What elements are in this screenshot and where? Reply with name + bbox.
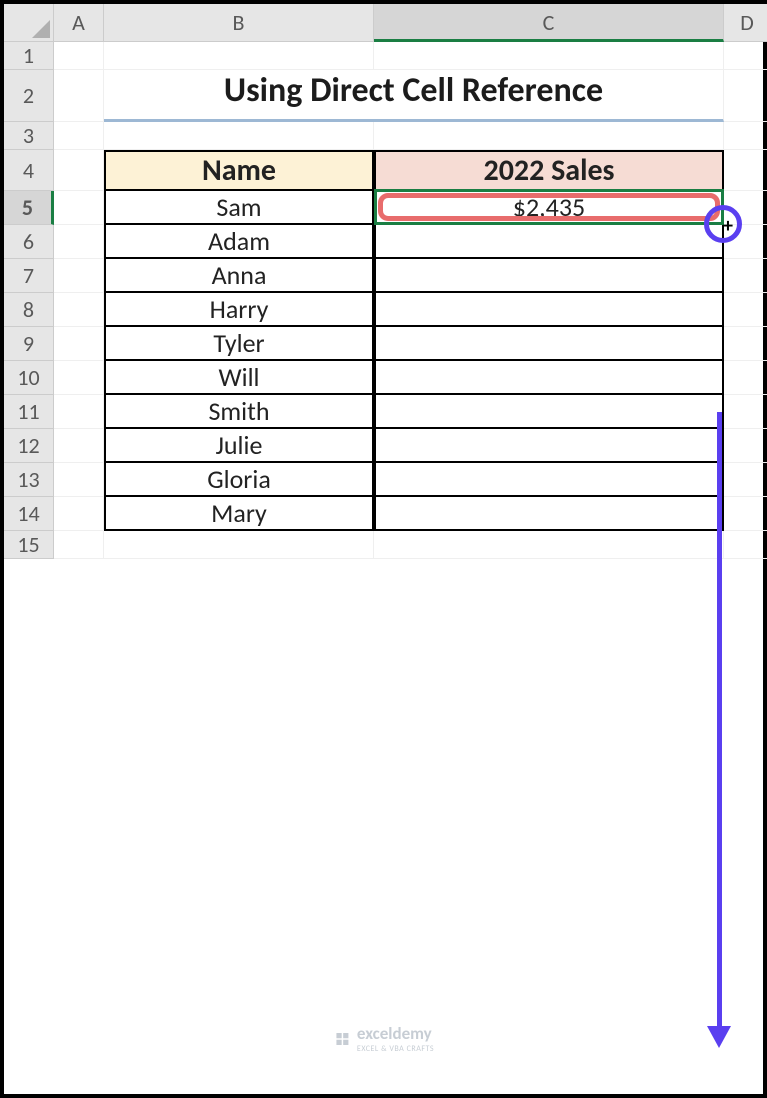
title-cell[interactable]: Using Direct Cell Reference — [104, 70, 724, 122]
cell-d12[interactable] — [724, 429, 767, 463]
row-header-10[interactable]: 10 — [4, 361, 54, 395]
row-header-8[interactable]: 8 — [4, 293, 54, 327]
cell-a11[interactable] — [54, 395, 104, 429]
cell-name-13[interactable]: Gloria — [104, 463, 374, 497]
cell-a2[interactable] — [54, 70, 104, 122]
cell-a6[interactable] — [54, 225, 104, 259]
cell-sales-11[interactable] — [374, 395, 724, 429]
table-header-name[interactable]: Name — [104, 150, 374, 191]
row-header-12[interactable]: 12 — [4, 429, 54, 463]
cell-a12[interactable] — [54, 429, 104, 463]
cell-d10[interactable] — [724, 361, 767, 395]
cell-b15[interactable] — [104, 531, 374, 559]
cell-sales-14[interactable] — [374, 497, 724, 531]
cell-a3[interactable] — [54, 122, 104, 150]
cell-b1[interactable] — [104, 42, 374, 70]
cell-a1[interactable] — [54, 42, 104, 70]
cell-name-8[interactable]: Harry — [104, 293, 374, 327]
cell-a10[interactable] — [54, 361, 104, 395]
cell-name-12[interactable]: Julie — [104, 429, 374, 463]
cell-b3[interactable] — [104, 122, 374, 150]
cell-d8[interactable] — [724, 293, 767, 327]
row-header-2[interactable]: 2 — [4, 70, 54, 122]
cell-d14[interactable] — [724, 497, 767, 531]
watermark: exceldemy EXCEL & VBA CRAFTS — [333, 1023, 434, 1054]
row-header-13[interactable]: 13 — [4, 463, 54, 497]
cell-sales-9[interactable] — [374, 327, 724, 361]
table-header-sales[interactable]: 2022 Sales — [374, 150, 724, 191]
watermark-brand: exceldemy — [357, 1023, 432, 1044]
cell-d9[interactable] — [724, 327, 767, 361]
row-header-3[interactable]: 3 — [4, 122, 54, 150]
cell-name-7[interactable]: Anna — [104, 259, 374, 293]
cell-d4[interactable] — [724, 150, 767, 191]
cell-c15[interactable] — [374, 531, 724, 559]
sales-value-5: $2,435 — [513, 191, 585, 223]
cell-sales-5[interactable]: $2,435 + — [374, 191, 724, 225]
cell-name-11[interactable]: Smith — [104, 395, 374, 429]
cell-d7[interactable] — [724, 259, 767, 293]
row-header-6[interactable]: 6 — [4, 225, 54, 259]
cell-sales-8[interactable] — [374, 293, 724, 327]
drag-arrow-line — [717, 412, 722, 1032]
cell-d11[interactable] — [724, 395, 767, 429]
cell-sales-7[interactable] — [374, 259, 724, 293]
col-header-a[interactable]: A — [54, 4, 104, 42]
row-header-1[interactable]: 1 — [4, 42, 54, 70]
drag-arrow-head-icon — [707, 1026, 731, 1048]
col-header-c[interactable]: C — [374, 4, 724, 42]
fill-handle-icon[interactable]: + — [723, 216, 733, 236]
select-all-corner[interactable] — [4, 4, 54, 42]
cell-a15[interactable] — [54, 531, 104, 559]
cell-d3[interactable] — [724, 122, 767, 150]
cell-sales-13[interactable] — [374, 463, 724, 497]
row-header-4[interactable]: 4 — [4, 150, 54, 191]
cell-a14[interactable] — [54, 497, 104, 531]
row-header-5[interactable]: 5 — [4, 191, 54, 225]
row-header-15[interactable]: 15 — [4, 531, 54, 559]
cell-d15[interactable] — [724, 531, 767, 559]
cell-a13[interactable] — [54, 463, 104, 497]
col-header-d[interactable]: D — [724, 4, 767, 42]
cell-name-14[interactable]: Mary — [104, 497, 374, 531]
exceldemy-logo-icon — [333, 1030, 351, 1048]
cell-sales-10[interactable] — [374, 361, 724, 395]
spreadsheet-grid: A B C D 1 2 Using Direct Cell Reference … — [4, 4, 763, 559]
cell-d2[interactable] — [724, 70, 767, 122]
cell-a9[interactable] — [54, 327, 104, 361]
cell-name-10[interactable]: Will — [104, 361, 374, 395]
cell-name-5[interactable]: Sam — [104, 191, 374, 225]
cell-sales-6[interactable] — [374, 225, 724, 259]
watermark-tag: EXCEL & VBA CRAFTS — [357, 1044, 434, 1054]
row-header-9[interactable]: 9 — [4, 327, 54, 361]
cell-c1[interactable] — [374, 42, 724, 70]
row-header-11[interactable]: 11 — [4, 395, 54, 429]
cell-c3[interactable] — [374, 122, 724, 150]
cell-name-9[interactable]: Tyler — [104, 327, 374, 361]
cell-d13[interactable] — [724, 463, 767, 497]
col-header-b[interactable]: B — [104, 4, 374, 42]
row-header-7[interactable]: 7 — [4, 259, 54, 293]
cell-d1[interactable] — [724, 42, 767, 70]
cell-a7[interactable] — [54, 259, 104, 293]
row-header-14[interactable]: 14 — [4, 497, 54, 531]
cell-sales-12[interactable] — [374, 429, 724, 463]
cell-a4[interactable] — [54, 150, 104, 191]
cell-name-6[interactable]: Adam — [104, 225, 374, 259]
cell-a5[interactable] — [54, 191, 104, 225]
cell-a8[interactable] — [54, 293, 104, 327]
